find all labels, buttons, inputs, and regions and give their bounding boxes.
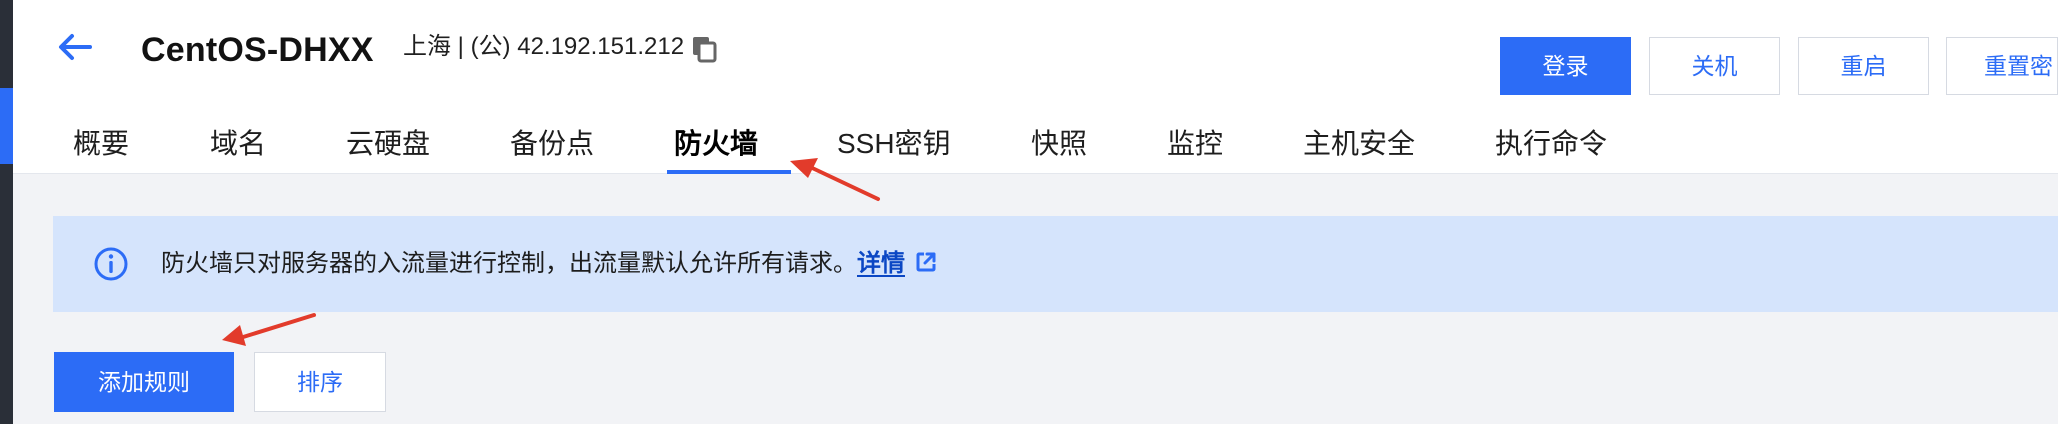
side-navigation-strip (0, 0, 13, 424)
tab-cloud-disk[interactable]: 云硬盘 (346, 124, 430, 164)
tab-overview[interactable]: 概要 (73, 124, 129, 164)
firewall-page: CentOS-DHXX 上海 | (公) 42.192.151.212 登录 关… (0, 0, 2058, 424)
add-rule-annotation-arrow-icon (222, 313, 316, 346)
server-location-ip: 上海 | (公) 42.192.151.212 (403, 33, 685, 60)
restart-button[interactable]: 重启 (1798, 37, 1929, 95)
copy-icon[interactable] (690, 34, 718, 64)
external-link-icon[interactable] (915, 251, 937, 273)
tab-snapshot[interactable]: 快照 (1031, 124, 1087, 164)
back-arrow-icon[interactable] (53, 26, 95, 68)
tab-execute-command[interactable]: 执行命令 (1495, 124, 1607, 164)
tab-backup-point[interactable]: 备份点 (510, 124, 594, 164)
info-icon (94, 247, 128, 281)
side-navigation-active-marker (0, 88, 13, 164)
reset-password-button[interactable]: 重置密 (1946, 37, 2058, 95)
active-tab-underline (667, 170, 791, 174)
tab-monitoring[interactable]: 监控 (1167, 124, 1223, 164)
tab-domain[interactable]: 域名 (210, 124, 266, 164)
tab-ssh-key[interactable]: SSH密钥 (837, 124, 951, 164)
tab-firewall[interactable]: 防火墙 (674, 124, 758, 164)
server-header: CentOS-DHXX 上海 | (公) 42.192.151.212 登录 关… (13, 0, 2058, 174)
server-name: CentOS-DHXX (141, 31, 374, 69)
login-button[interactable]: 登录 (1500, 37, 1631, 95)
notice-text-line: 防火墙只对服务器的入流量进行控制，出流量默认允许所有请求。详情 (161, 244, 937, 284)
add-rule-button[interactable]: 添加规则 (54, 352, 234, 412)
shutdown-button[interactable]: 关机 (1649, 37, 1780, 95)
tab-host-security[interactable]: 主机安全 (1303, 124, 1415, 164)
sort-button[interactable]: 排序 (254, 352, 386, 412)
details-link[interactable]: 详情 (857, 250, 905, 277)
firewall-notice: 防火墙只对服务器的入流量进行控制，出流量默认允许所有请求。详情 (53, 216, 2058, 312)
notice-message: 防火墙只对服务器的入流量进行控制，出流量默认允许所有请求。 (161, 250, 857, 277)
